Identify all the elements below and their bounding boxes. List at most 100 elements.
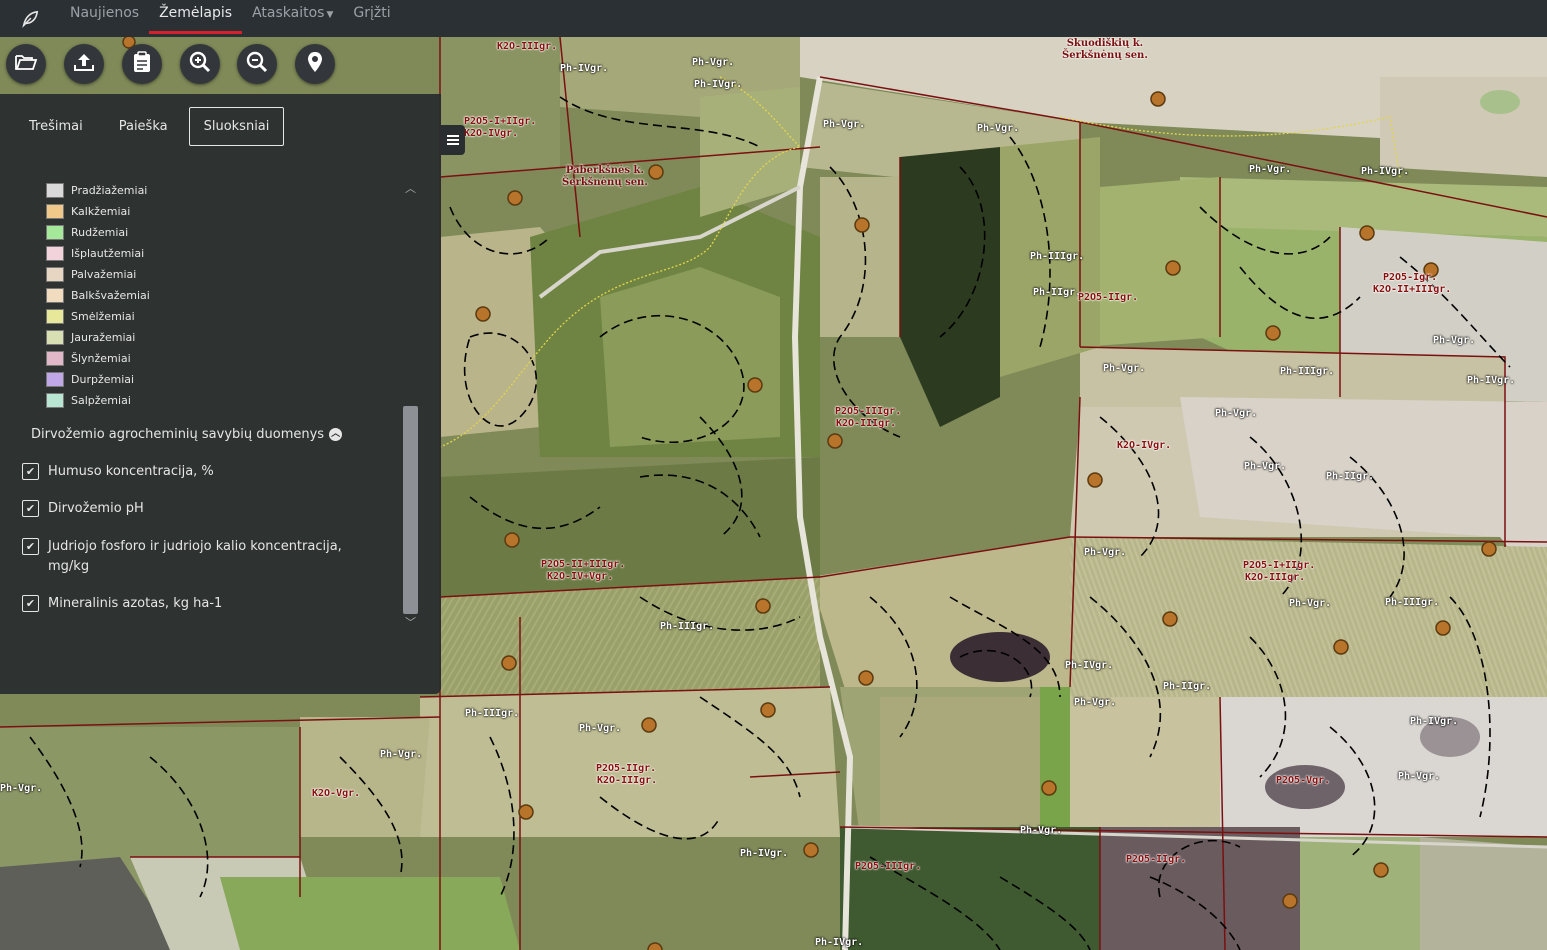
legend-label: Palvažemiai	[71, 268, 137, 281]
zoom-out-button[interactable]	[237, 44, 277, 84]
legend-swatch	[46, 225, 64, 240]
legend-swatch	[46, 351, 64, 366]
checkbox[interactable]: ✔	[22, 595, 39, 612]
legend-label: Pradžiažemiai	[71, 184, 148, 197]
legend-label: Balkšvažemiai	[71, 289, 150, 302]
legend-label: Rudžemiai	[71, 226, 129, 239]
agrochem-label: K2O-IV+Vgr.	[547, 571, 614, 582]
checkbox[interactable]: ✔	[22, 463, 39, 480]
agrochem-label: P2O5-Igr.	[1383, 272, 1438, 283]
nav-zemelapis-label: Žemėlapis	[159, 5, 233, 21]
soil-label: Ph-Vgr.	[1103, 363, 1146, 374]
soil-label: Ph-Vgr.	[823, 119, 866, 130]
legend-swatch	[46, 246, 64, 261]
soil-label: Ph-Vgr.	[1244, 461, 1287, 472]
soil-label: Ph-Vgr.	[0, 783, 43, 794]
soil-label: Ph-IIIgr.	[465, 708, 520, 719]
panel-toggle-button[interactable]	[441, 125, 465, 155]
agrochem-label: P2O5-IIIgr.	[855, 861, 922, 872]
layer-toggle-p-k[interactable]: ✔ Judriojo fosforo ir judriojo kalio kon…	[22, 537, 342, 577]
soil-label: Ph-IIIgr.	[1030, 251, 1085, 262]
soil-label: Ph-IVgr.	[815, 937, 864, 948]
legend-item: Salpžemiai	[46, 390, 150, 411]
checkbox-label-line2: mg/kg	[48, 559, 90, 574]
checkbox[interactable]: ✔	[22, 500, 39, 517]
layer-toggle-ph[interactable]: ✔ Dirvožemio pH	[22, 499, 144, 519]
upload-icon	[73, 51, 95, 77]
top-navbar: Naujienos Žemėlapis Ataskaitos ▼ Grįžti	[0, 0, 1547, 37]
open-file-button[interactable]	[6, 44, 46, 84]
soil-label: Ph-IVgr.	[694, 79, 743, 90]
scrollbar-thumb[interactable]	[403, 406, 418, 614]
legend-swatch	[46, 330, 64, 345]
legend-label: Salpžemiai	[71, 394, 131, 407]
agrochem-label: P2O5-I+IIgr.	[1243, 560, 1316, 571]
soil-label: Ph-Vgr.	[579, 723, 622, 734]
soil-label: Ph-Vgr.	[1249, 164, 1292, 175]
zoom-out-icon	[245, 50, 269, 78]
soil-label: Ph-Vgr.	[1215, 408, 1258, 419]
place-label: Skuodiškių k. Šerkšnėnų sen.	[1062, 38, 1148, 62]
legend-item: Rudžemiai	[46, 222, 150, 243]
report-button[interactable]	[122, 44, 162, 84]
legend-swatch	[46, 309, 64, 324]
soil-label: Ph-IVgr.	[1467, 375, 1516, 386]
soil-label: Ph-IVgr.	[560, 63, 609, 74]
checkbox[interactable]: ✔	[22, 538, 39, 555]
nav-ataskaitos-dropdown[interactable]: Ataskaitos ▼	[242, 0, 343, 37]
agrochem-label: K2O-IIIgr.	[836, 418, 897, 429]
soil-label: Ph-IIgr.	[1326, 471, 1375, 482]
locate-button[interactable]	[295, 44, 335, 84]
checkbox-label: Humuso koncentracija, %	[48, 464, 214, 479]
legend-label: Jauražemiai	[71, 331, 136, 344]
legend-swatch	[46, 393, 64, 408]
agrochem-label: K2O-IVgr.	[464, 128, 519, 139]
checkbox-label: Mineralinis azotas, kg ha-1	[48, 596, 223, 611]
section-toggle-agrochem[interactable]: Dirvožemio agrocheminių savybių duomenys…	[31, 427, 343, 442]
folder-open-icon	[14, 52, 38, 76]
legend-label: Kalkžemiai	[71, 205, 131, 218]
legend-label: Šlynžemiai	[71, 352, 131, 365]
layer-toggle-nitrogen[interactable]: ✔ Mineralinis azotas, kg ha-1	[22, 594, 222, 614]
place-label-line1: Paberkšnės k.	[565, 165, 644, 176]
place-label-line1: Skuodiškių k.	[1066, 38, 1144, 49]
caret-down-icon: ▼	[326, 10, 334, 20]
legend-swatch	[46, 267, 64, 282]
soil-label: Ph-IIgr.	[1033, 287, 1082, 298]
nav-grizti[interactable]: Grįžti	[343, 0, 400, 37]
legend-swatch	[46, 204, 64, 219]
zoom-in-button[interactable]	[180, 44, 220, 84]
legend-item: Smėlžemiai	[46, 306, 150, 327]
checkbox-label: Judriojo fosforo ir judriojo kalio konce…	[48, 537, 342, 577]
menu-icon	[446, 131, 460, 150]
soil-label: Ph-Vgr.	[1074, 697, 1117, 708]
soil-label: Ph-Vgr.	[380, 749, 423, 760]
agrochem-label: P2O5-IIgr.	[1078, 292, 1139, 303]
legend-label: Durpžemiai	[71, 373, 135, 386]
soil-label: Ph-IVgr.	[1410, 716, 1459, 727]
agrochem-label: K2O-IIIgr.	[597, 775, 658, 786]
legend-item: Išplautžemiai	[46, 243, 150, 264]
layer-toggle-humus[interactable]: ✔ Humuso koncentracija, %	[22, 462, 214, 482]
soil-label: Ph-Vgr.	[1084, 547, 1127, 558]
legend-label: Smėlžemiai	[71, 310, 135, 323]
soil-label: Ph-IVgr.	[740, 848, 789, 859]
nav-naujienos-label: Naujienos	[70, 5, 140, 21]
agrochem-label: P2O5-IIIgr.	[835, 406, 902, 417]
agrochem-label: K2O-IIIgr.	[497, 41, 558, 52]
legend-item: Pradžiažemiai	[46, 180, 150, 201]
scroll-down-arrow[interactable]: ﹀	[405, 614, 416, 630]
scroll-up-arrow[interactable]: ︿	[405, 180, 416, 196]
leaf-icon[interactable]	[0, 0, 60, 37]
nav-naujienos[interactable]: Naujienos	[60, 0, 149, 37]
agrochem-label: P2O5-IIgr.	[596, 763, 657, 774]
tab-paieska[interactable]: Paieška	[104, 107, 183, 146]
tab-sluoksniai[interactable]: Sluoksniai	[188, 107, 285, 146]
soil-label: Ph-IIgr.	[1163, 681, 1212, 692]
nav-zemelapis[interactable]: Žemėlapis	[149, 0, 243, 37]
place-label-line2: Šerkšnėnų sen.	[1062, 50, 1148, 61]
tab-tresimai[interactable]: Trešimai	[14, 107, 98, 146]
legend-item: Durpžemiai	[46, 369, 150, 390]
tab-tresimai-label: Trešimai	[29, 119, 83, 134]
upload-button[interactable]	[64, 44, 104, 84]
